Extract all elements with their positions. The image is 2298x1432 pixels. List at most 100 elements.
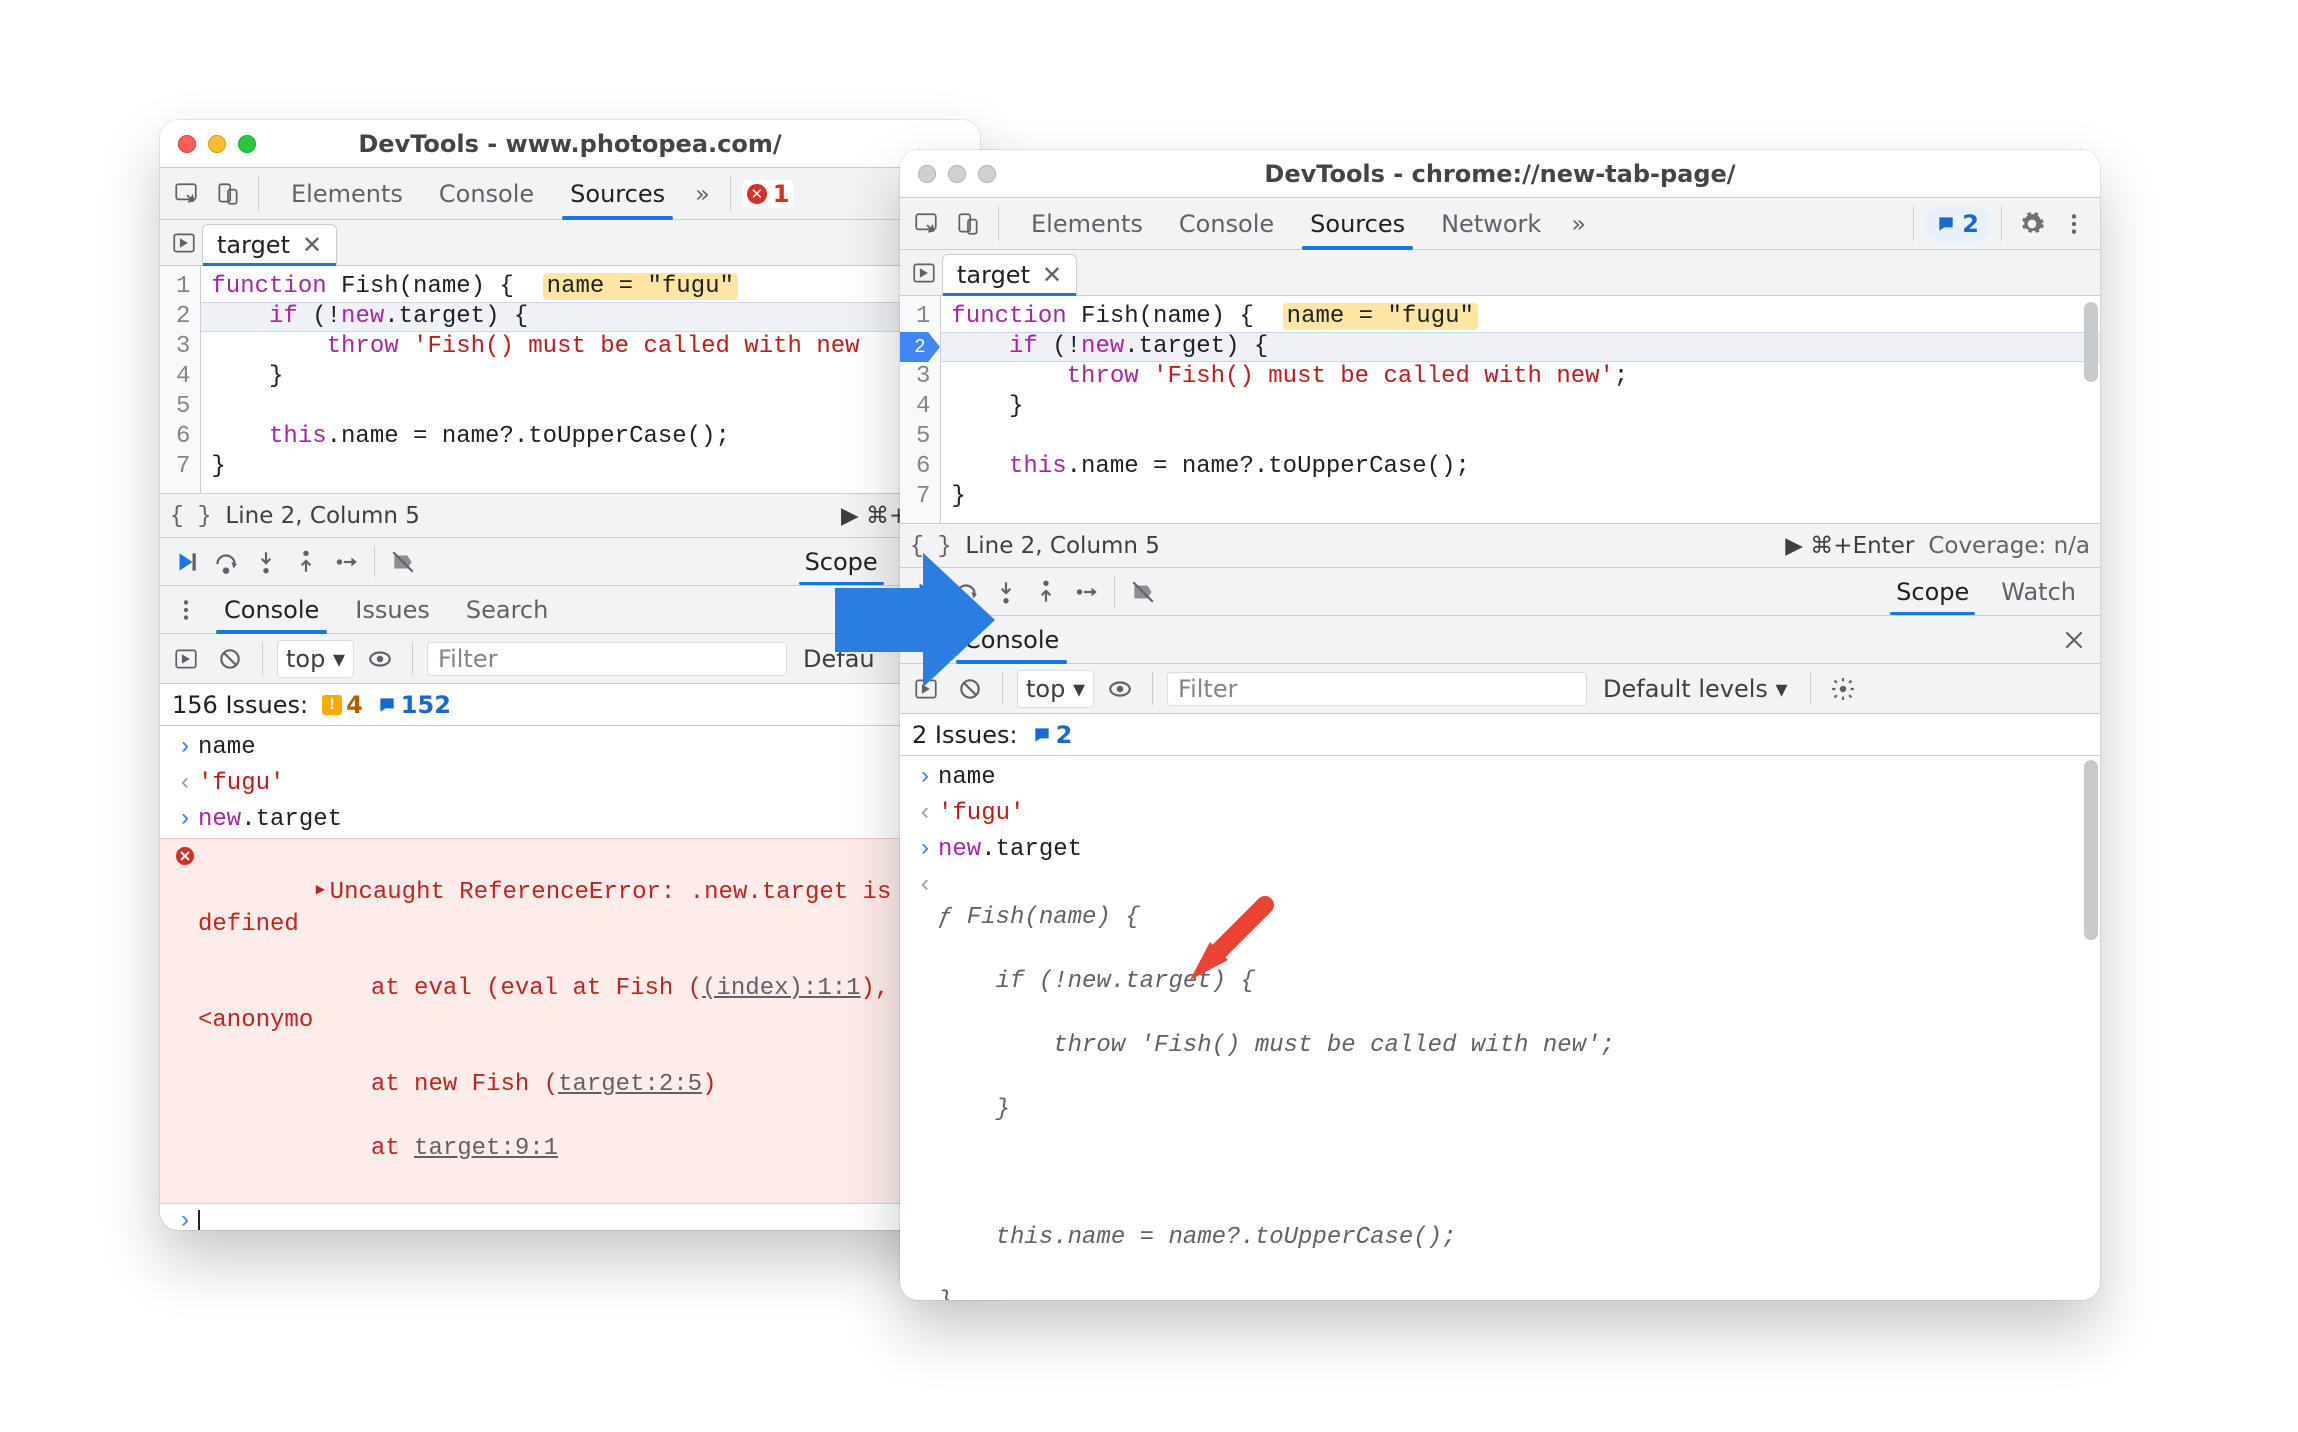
- panel-tabs: Elements Console Sources: [275, 168, 681, 219]
- close-file-icon[interactable]: ✕: [1042, 261, 1062, 289]
- drawer-tab-console[interactable]: Console: [208, 586, 335, 633]
- error-icon: [172, 845, 198, 877]
- run-hint: ▶ ⌘+Enter: [1785, 533, 1914, 559]
- warning-icon: !: [322, 695, 342, 715]
- traffic-lights: [160, 135, 256, 153]
- navigator-toggle-icon[interactable]: [166, 225, 202, 261]
- kebab-icon[interactable]: [2056, 206, 2092, 242]
- issues-info[interactable]: 152: [377, 691, 451, 719]
- live-expression-icon[interactable]: [1102, 671, 1138, 707]
- navigator-toggle-icon[interactable]: [906, 255, 942, 291]
- traffic-zoom[interactable]: [978, 165, 996, 183]
- step-into-icon[interactable]: [248, 544, 284, 580]
- file-tab-target[interactable]: target ✕: [202, 224, 337, 265]
- live-expression-icon[interactable]: [362, 641, 398, 677]
- param-hint: name = "fugu": [1283, 303, 1478, 330]
- tab-watch[interactable]: Watch: [1985, 568, 2092, 615]
- drawer-tab-issues[interactable]: Issues: [339, 586, 446, 633]
- tab-network[interactable]: Network: [1425, 198, 1557, 249]
- clear-console-icon[interactable]: [212, 641, 248, 677]
- step-over-icon[interactable]: [208, 544, 244, 580]
- prompt-icon: ›: [912, 762, 938, 794]
- tab-console[interactable]: Console: [423, 168, 550, 219]
- return-icon: ›: [912, 870, 938, 902]
- param-hint: name = "fugu": [543, 273, 738, 300]
- context-selector[interactable]: top ▾: [1017, 670, 1094, 708]
- console-sidebar-icon[interactable]: [168, 641, 204, 677]
- execution-line-marker: 2: [900, 332, 940, 362]
- tab-console[interactable]: Console: [1163, 198, 1290, 249]
- overflow-tabs[interactable]: »: [1563, 210, 1594, 238]
- traffic-close[interactable]: [918, 165, 936, 183]
- resume-icon[interactable]: [168, 544, 204, 580]
- devtools-window-right: DevTools - chrome://new-tab-page/ Elemen…: [900, 150, 2100, 1300]
- prompt-icon: ›: [172, 1206, 198, 1230]
- editor-status-bar: { } Line 2, Column 5 ▶ ⌘+Enter Coverage:…: [900, 524, 2100, 568]
- gear-icon[interactable]: [2014, 206, 2050, 242]
- window-title: DevTools - chrome://new-tab-page/: [900, 160, 2100, 188]
- step-out-icon[interactable]: [288, 544, 324, 580]
- titlebar: DevTools - www.photopea.com/: [160, 120, 980, 168]
- console-output[interactable]: › name › 'fugu' › new.target ▸Uncaught R…: [160, 726, 980, 1230]
- info-badge[interactable]: 2: [1926, 206, 1989, 242]
- close-drawer-icon[interactable]: [2056, 622, 2092, 658]
- tab-elements[interactable]: Elements: [1015, 198, 1159, 249]
- scrollbar[interactable]: [2084, 302, 2098, 382]
- step-icon[interactable]: [328, 544, 364, 580]
- source-link[interactable]: (index):1:1: [702, 975, 860, 1002]
- line-gutter: 1 2 3 4 5 6 7: [900, 296, 941, 523]
- info-icon: [1936, 214, 1956, 234]
- console-output-row: › 'fugu': [900, 796, 2100, 832]
- source-link[interactable]: target:2:5: [558, 1071, 702, 1098]
- deactivate-breakpoints-icon[interactable]: [1125, 574, 1161, 610]
- drawer-tabs: Console: [900, 616, 2100, 664]
- close-file-icon[interactable]: ✕: [302, 231, 322, 259]
- console-error-row: ▸Uncaught ReferenceError: .new.target is…: [160, 838, 980, 1204]
- scrollbar[interactable]: [2084, 760, 2098, 940]
- gear-icon[interactable]: [1825, 671, 1861, 707]
- code-editor[interactable]: 1 2 3 4 5 6 7 function Fish(name) { name…: [900, 296, 2100, 524]
- inspect-icon[interactable]: [908, 206, 944, 242]
- return-icon: ›: [172, 768, 198, 800]
- file-tab-target[interactable]: target ✕: [942, 254, 1077, 295]
- info-icon: [377, 695, 397, 715]
- context-selector[interactable]: top ▾: [277, 640, 354, 678]
- traffic-close[interactable]: [178, 135, 196, 153]
- console-filter[interactable]: Filter: [427, 642, 787, 676]
- console-filter[interactable]: Filter: [1167, 672, 1587, 706]
- inspect-icon[interactable]: [168, 176, 204, 212]
- debugger-controls: Scope Watch: [900, 568, 2100, 616]
- drawer-tab-search[interactable]: Search: [450, 586, 564, 633]
- file-tab-row: target ✕: [160, 220, 980, 266]
- deactivate-breakpoints-icon[interactable]: [385, 544, 421, 580]
- issues-bar[interactable]: 2 Issues: 2: [900, 714, 2100, 756]
- code-editor[interactable]: 1 2 3 4 5 6 7 function Fish(name) { name…: [160, 266, 980, 494]
- source-link[interactable]: target:9:1: [414, 1135, 558, 1162]
- traffic-zoom[interactable]: [238, 135, 256, 153]
- traffic-minimize[interactable]: [208, 135, 226, 153]
- issues-warnings[interactable]: ! 4: [322, 691, 363, 719]
- console-output[interactable]: › name › 'fugu' › new.target › ƒ Fish(na…: [900, 756, 2100, 1300]
- log-levels[interactable]: Default levels ▾: [1595, 675, 1796, 703]
- prompt-icon: ›: [912, 834, 938, 866]
- titlebar: DevTools - chrome://new-tab-page/: [900, 150, 2100, 198]
- step-icon[interactable]: [1068, 574, 1104, 610]
- panel-tabs: Elements Console Sources Network: [1015, 198, 1557, 249]
- console-prompt[interactable]: ›: [160, 1204, 980, 1230]
- pretty-print-icon[interactable]: { }: [170, 503, 211, 529]
- tab-scope[interactable]: Scope: [1880, 568, 1985, 615]
- overflow-tabs[interactable]: »: [687, 180, 718, 208]
- tab-elements[interactable]: Elements: [275, 168, 419, 219]
- cursor-position: Line 2, Column 5: [225, 503, 420, 529]
- traffic-minimize[interactable]: [948, 165, 966, 183]
- step-out-icon[interactable]: [1028, 574, 1064, 610]
- console-input-row: › new.target: [900, 832, 2100, 868]
- device-mode-icon[interactable]: [950, 206, 986, 242]
- tab-sources[interactable]: Sources: [1294, 198, 1421, 249]
- drawer-menu-icon[interactable]: [168, 592, 204, 628]
- console-output-row: › 'fugu': [160, 766, 980, 802]
- issues-info[interactable]: 2: [1032, 721, 1073, 749]
- tab-sources[interactable]: Sources: [554, 168, 681, 219]
- error-count-badge[interactable]: ✕ 1: [743, 180, 794, 208]
- device-mode-icon[interactable]: [210, 176, 246, 212]
